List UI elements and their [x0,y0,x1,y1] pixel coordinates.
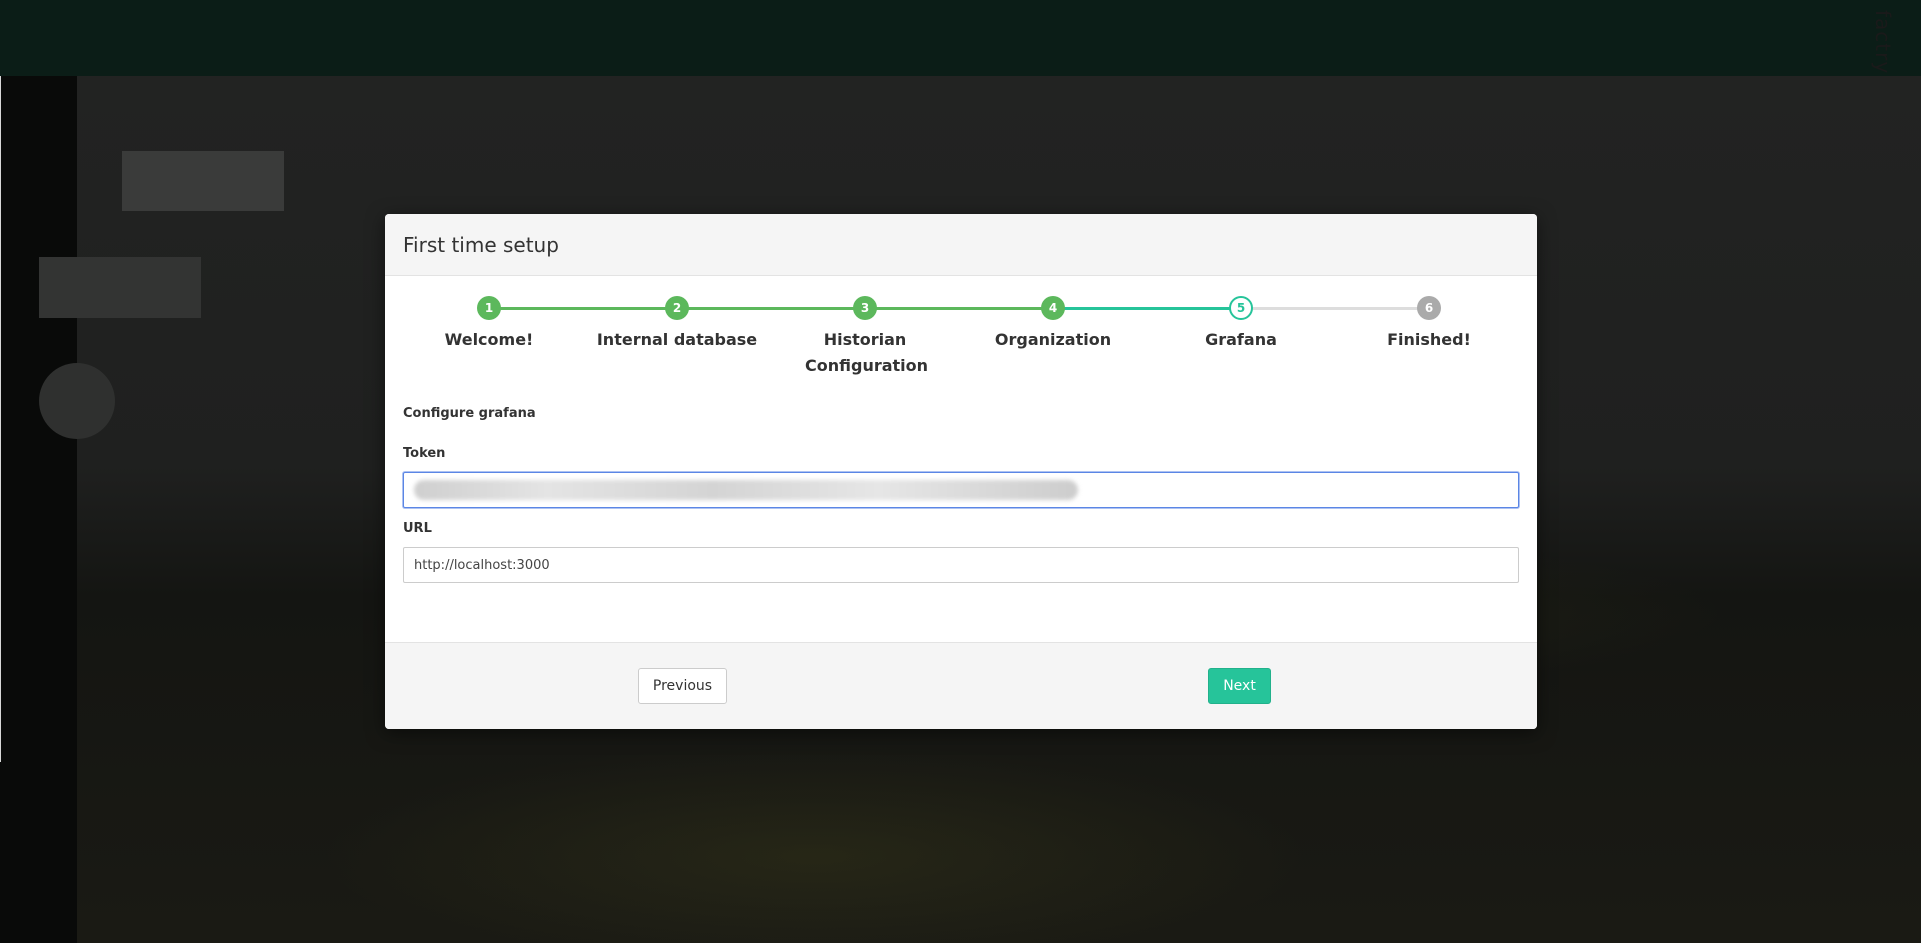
url-input-value: http://localhost:3000 [414,557,550,573]
step-label: Organization [994,330,1112,349]
redacted-token-value [414,480,1078,500]
next-button[interactable]: Next [1208,668,1271,704]
background-placeholder-block [122,151,284,211]
step-label: Grafana [1205,330,1277,349]
step-organization: 4 Organization [963,296,1143,353]
step-welcome: 1 Welcome! [399,296,579,353]
modal-footer: Previous Next [385,642,1537,729]
url-input[interactable]: http://localhost:3000 [403,547,1519,583]
token-label: Token [403,446,446,461]
step-label: Finished! [1387,330,1471,349]
sidebar-rail [0,76,77,943]
first-time-setup-modal: First time setup 1 Welcome! 2 Internal d… [385,214,1537,729]
setup-stepper: 1 Welcome! 2 Internal database 3 Histori… [385,214,1537,394]
divider [0,76,1,762]
step-number-badge: 6 [1417,296,1441,320]
step-label: Internal database [596,330,758,349]
previous-button[interactable]: Previous [638,668,727,704]
step-grafana: 5 Grafana [1151,296,1331,353]
step-number-badge: 1 [477,296,501,320]
step-number-badge: 5 [1229,296,1253,320]
step-number-badge: 2 [665,296,689,320]
background-placeholder-block [39,257,201,318]
step-number-badge: 3 [853,296,877,320]
url-label: URL [403,521,432,536]
step-historian-configuration: 3 Historian Configuration [805,296,929,379]
section-title: Configure grafana [403,406,536,421]
step-label: Historian Configuration [805,330,929,375]
background-avatar-placeholder [39,363,115,439]
step-finished: 6 Finished! [1339,296,1519,353]
step-number-badge: 4 [1041,296,1065,320]
step-label: Welcome! [444,330,534,349]
token-input[interactable] [403,472,1519,508]
step-internal-database: 2 Internal database [587,296,767,353]
top-navbar: factry [0,0,1921,76]
brand-logo: factry [1871,10,1895,75]
